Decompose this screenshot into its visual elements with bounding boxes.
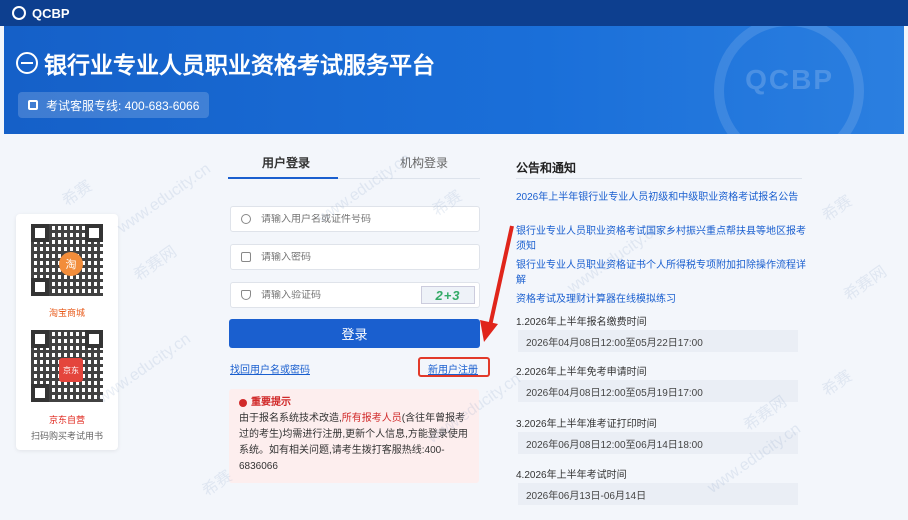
tab-org-login[interactable]: 机构登录 [400, 154, 448, 171]
schedule-value: 2026年06月08日12:00至06月14日18:00 [518, 432, 798, 454]
schedule-label: 1.2026年上半年报名缴费时间 [516, 317, 647, 328]
tab-user-login[interactable]: 用户登录 [262, 154, 310, 171]
captcha-image[interactable]: 2+3 [421, 286, 475, 304]
notice-title: 重要提示 [251, 397, 291, 408]
schedule-value: 2026年04月08日12:00至05月22日17:00 [518, 330, 798, 352]
seal-text: QCBP [745, 64, 834, 95]
schedule-label: 2.2026年上半年免考申请时间 [516, 367, 647, 378]
watermark: 希赛 [59, 177, 96, 211]
notice-highlight: 所有报考人员 [341, 413, 402, 424]
important-notice: 重要提示 由于报名系统技术改造,所有报考人员(含往年曾报考过的考生)均需进行注册… [229, 389, 479, 483]
register-highlight-box [418, 357, 490, 377]
schedule-label: 3.2026年上半年准考证打印时间 [516, 419, 657, 430]
jd-qr-code[interactable]: 京东 [27, 326, 107, 406]
user-icon [241, 214, 251, 224]
page-title-text: 银行业专业人员职业资格考试服务平台 [44, 52, 435, 78]
username-field[interactable] [230, 206, 480, 232]
taobao-label: 淘宝商城 [48, 308, 85, 318]
captcha-field[interactable]: 2+3 [230, 282, 480, 308]
scan-hint: 扫码购买考试用书 [30, 431, 103, 441]
jd-label: 京东自营 [48, 415, 85, 425]
password-input[interactable] [261, 251, 411, 263]
schedule-value: 2026年06月13日-06月14日 [518, 483, 798, 505]
announcement-link[interactable]: 银行业专业人员职业资格证书个人所得税专项附加扣除操作流程详解 [516, 258, 806, 288]
header-banner: QCBP 银行业专业人员职业资格考试服务平台 考试客服专线: 400-683-6… [4, 26, 904, 134]
qcbp-logo-icon [12, 6, 26, 20]
announcement-link[interactable]: 银行业专业人员职业资格考试国家乡村振兴重点帮扶县等地区报考须知 [516, 224, 806, 254]
watermark: 希赛网 [840, 263, 890, 305]
top-bar: QCBP [0, 0, 908, 26]
watermark: 希赛 [819, 367, 856, 401]
announcement-link[interactable]: 资格考试及理财计算器在线模拟练习 [516, 292, 806, 307]
phone-icon [28, 100, 38, 110]
alert-icon [239, 399, 247, 407]
username-input[interactable] [261, 213, 411, 225]
announcements-divider [516, 178, 802, 179]
jd-icon: 京东 [59, 358, 83, 382]
hotline-badge: 考试客服专线: 400-683-6066 [18, 92, 210, 118]
hotline-text: 考试客服专线: 400-683-6066 [46, 98, 200, 113]
qr-code-panel: 淘 淘宝商城 京东 京东自营 扫码购买考试用书 [16, 214, 118, 450]
forgot-credentials-link[interactable]: 找回用户名或密码 [230, 361, 310, 376]
globe-icon [16, 52, 38, 74]
schedule-label: 4.2026年上半年考试时间 [516, 470, 627, 481]
tab-active-indicator [228, 177, 338, 179]
notice-heading: 重要提示 [239, 395, 469, 411]
notice-body: 由于报名系统技术改造,所有报考人员(含往年曾报考过的考生)均需进行注册,更新个人… [239, 411, 469, 475]
watermark: www.educity.cn [114, 160, 214, 237]
announcements-title: 公告和通知 [516, 161, 577, 175]
watermark: 希赛 [819, 192, 856, 226]
lock-icon [241, 252, 251, 262]
page-title: 银行业专业人员职业资格考试服务平台 [16, 46, 435, 80]
schedule-value: 2026年04月08日12:00至05月19日17:00 [518, 380, 798, 402]
watermark: 希赛网 [130, 243, 180, 285]
shield-icon [241, 290, 251, 300]
taobao-qr-code[interactable]: 淘 [27, 220, 107, 300]
taobao-icon: 淘 [59, 252, 83, 276]
announcement-link[interactable]: 2026年上半年银行业专业人员初级和中级职业资格考试报名公告 [516, 190, 806, 205]
password-field[interactable] [230, 244, 480, 270]
notice-text-1: 由于报名系统技术改造, [239, 413, 342, 424]
brand-name: QCBP [32, 5, 70, 21]
login-button[interactable]: 登录 [229, 319, 480, 348]
captcha-input[interactable] [261, 289, 411, 301]
